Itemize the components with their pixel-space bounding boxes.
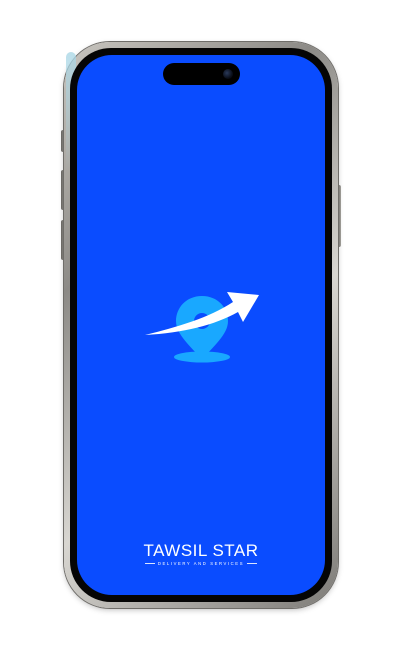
- tagline-divider-left: [144, 563, 155, 564]
- brand-name: TAWSIL STAR: [143, 541, 259, 560]
- location-pin-with-arrow-icon: [145, 292, 259, 363]
- tagline-row: DELIVERY AND SERVICES: [77, 561, 325, 566]
- brand-tagline: DELIVERY AND SERVICES: [157, 561, 245, 566]
- front-camera-icon: [223, 69, 233, 79]
- dynamic-island: [163, 63, 240, 85]
- splash-screen: TAWSIL STAR DELIVERY AND SERVICES: [77, 55, 325, 595]
- tagline-divider-right: [247, 563, 258, 564]
- mockup-stage: TAWSIL STAR DELIVERY AND SERVICES: [0, 0, 400, 646]
